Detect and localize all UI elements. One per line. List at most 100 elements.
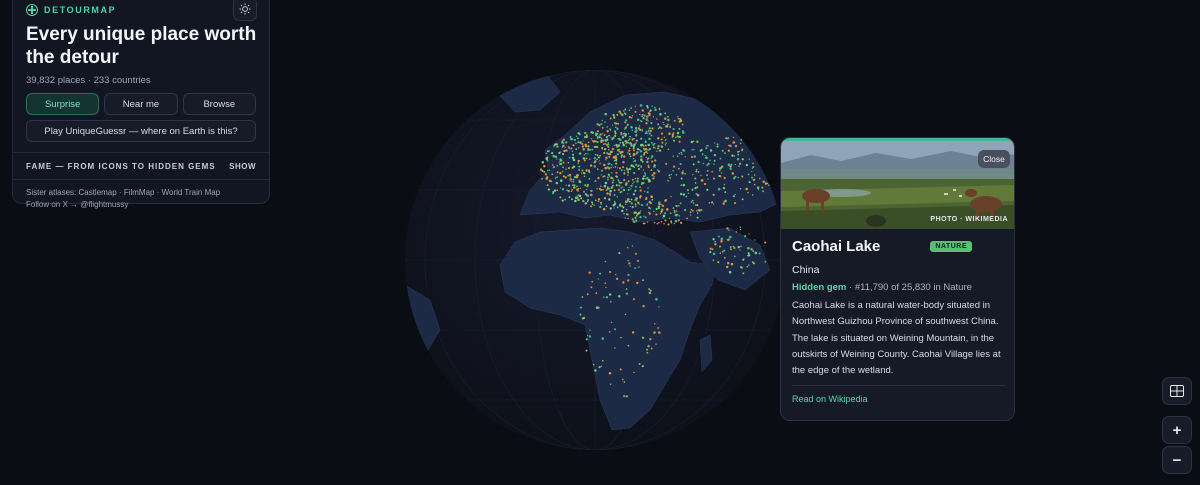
place-marker[interactable]	[634, 205, 637, 207]
place-marker[interactable]	[713, 153, 717, 157]
place-marker[interactable]	[652, 177, 655, 180]
place-marker[interactable]	[587, 147, 590, 151]
place-marker[interactable]	[735, 231, 738, 233]
place-marker[interactable]	[581, 296, 584, 298]
place-marker[interactable]	[640, 158, 643, 161]
place-marker[interactable]	[546, 184, 549, 187]
place-marker[interactable]	[643, 215, 645, 218]
place-marker[interactable]	[648, 114, 651, 117]
place-marker[interactable]	[632, 182, 634, 185]
place-marker[interactable]	[621, 378, 624, 381]
place-marker[interactable]	[620, 133, 623, 136]
place-marker[interactable]	[731, 172, 735, 175]
place-marker[interactable]	[625, 145, 627, 148]
place-marker[interactable]	[584, 143, 587, 147]
place-marker[interactable]	[644, 132, 647, 135]
place-marker[interactable]	[618, 137, 621, 141]
place-marker[interactable]	[629, 265, 631, 267]
surprise-button[interactable]: Surprise	[26, 93, 100, 115]
place-marker[interactable]	[759, 177, 761, 180]
place-marker[interactable]	[586, 194, 590, 198]
place-marker[interactable]	[625, 213, 628, 216]
place-marker[interactable]	[608, 152, 611, 156]
place-marker[interactable]	[633, 160, 635, 163]
place-marker[interactable]	[649, 289, 652, 292]
place-marker[interactable]	[595, 292, 598, 295]
place-marker[interactable]	[662, 121, 664, 124]
place-marker[interactable]	[672, 155, 674, 157]
place-marker[interactable]	[696, 212, 699, 214]
place-marker[interactable]	[610, 186, 614, 189]
place-marker[interactable]	[664, 199, 667, 202]
place-marker[interactable]	[556, 189, 559, 192]
place-marker[interactable]	[712, 238, 715, 241]
place-marker[interactable]	[556, 176, 558, 178]
place-marker[interactable]	[727, 149, 730, 152]
place-marker[interactable]	[609, 207, 613, 210]
place-marker[interactable]	[655, 297, 658, 301]
place-marker[interactable]	[648, 288, 651, 291]
place-marker[interactable]	[565, 141, 568, 144]
place-marker[interactable]	[600, 365, 602, 368]
place-marker[interactable]	[582, 171, 586, 175]
place-marker[interactable]	[732, 194, 736, 198]
place-marker[interactable]	[734, 144, 738, 148]
place-marker[interactable]	[563, 149, 566, 153]
place-marker[interactable]	[640, 165, 642, 167]
place-marker[interactable]	[740, 245, 742, 248]
place-marker[interactable]	[626, 167, 628, 169]
place-marker[interactable]	[645, 115, 649, 118]
place-marker[interactable]	[672, 165, 676, 168]
place-marker[interactable]	[719, 252, 722, 255]
place-marker[interactable]	[660, 138, 663, 141]
place-marker[interactable]	[679, 192, 683, 196]
place-marker[interactable]	[633, 371, 635, 374]
place-marker[interactable]	[601, 169, 604, 172]
place-marker[interactable]	[667, 223, 670, 226]
zoom-out-button[interactable]: −	[1162, 446, 1192, 474]
place-marker[interactable]	[642, 279, 644, 282]
place-marker[interactable]	[643, 190, 646, 193]
place-marker[interactable]	[674, 136, 677, 139]
place-marker[interactable]	[672, 207, 675, 209]
place-marker[interactable]	[552, 192, 554, 195]
place-marker[interactable]	[562, 166, 565, 169]
place-marker[interactable]	[564, 146, 566, 149]
place-marker[interactable]	[617, 179, 620, 181]
place-marker[interactable]	[581, 145, 585, 148]
place-marker[interactable]	[738, 162, 742, 165]
place-marker[interactable]	[707, 178, 709, 180]
place-marker[interactable]	[591, 203, 594, 206]
place-marker[interactable]	[604, 121, 606, 123]
place-marker[interactable]	[672, 128, 675, 130]
place-marker[interactable]	[689, 211, 692, 214]
place-marker[interactable]	[611, 124, 614, 126]
place-marker[interactable]	[606, 152, 609, 155]
place-marker[interactable]	[729, 246, 732, 248]
place-marker[interactable]	[716, 143, 719, 146]
place-marker[interactable]	[642, 117, 645, 120]
place-marker[interactable]	[614, 135, 617, 138]
place-marker[interactable]	[577, 141, 580, 144]
place-marker[interactable]	[642, 169, 644, 171]
place-marker[interactable]	[666, 125, 669, 128]
place-marker[interactable]	[640, 183, 643, 185]
place-marker[interactable]	[602, 176, 604, 178]
place-marker[interactable]	[570, 147, 573, 150]
place-marker[interactable]	[645, 150, 648, 153]
place-marker[interactable]	[608, 198, 611, 201]
place-marker[interactable]	[587, 141, 590, 144]
place-marker[interactable]	[691, 188, 694, 191]
place-marker[interactable]	[681, 123, 684, 126]
place-marker[interactable]	[628, 262, 631, 265]
place-marker[interactable]	[733, 247, 736, 249]
place-marker[interactable]	[610, 164, 613, 166]
place-marker[interactable]	[603, 134, 606, 136]
place-marker[interactable]	[729, 167, 732, 170]
place-marker[interactable]	[605, 158, 607, 161]
place-marker[interactable]	[728, 270, 732, 274]
place-marker[interactable]	[752, 250, 755, 252]
place-marker[interactable]	[657, 205, 661, 208]
place-marker[interactable]	[677, 135, 680, 138]
place-marker[interactable]	[757, 188, 760, 191]
